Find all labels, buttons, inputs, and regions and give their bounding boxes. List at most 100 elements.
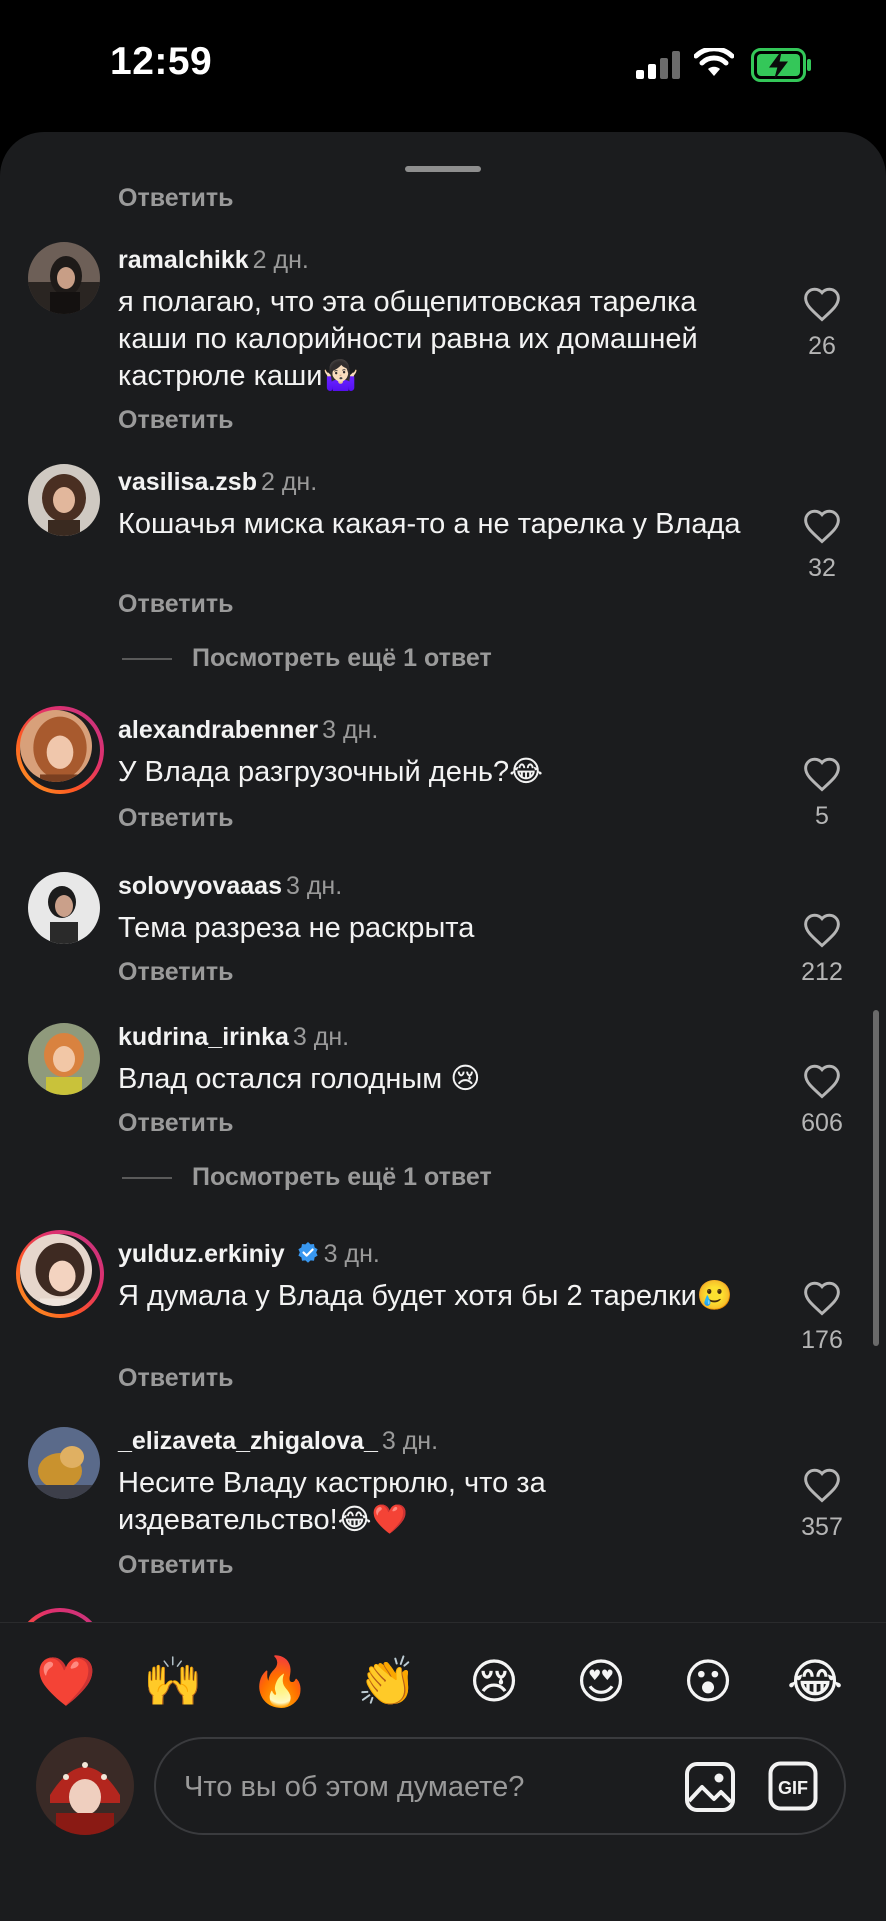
comment-age: 3 дн. <box>381 1427 439 1455</box>
username[interactable]: alexandrabenner <box>118 716 318 744</box>
avatar-image <box>36 1737 134 1835</box>
comment-age: 3 дн. <box>286 872 343 900</box>
avatar[interactable] <box>28 1427 100 1499</box>
like-count: 357 <box>801 1513 843 1541</box>
reaction-surprised[interactable]: 😮 <box>676 1651 740 1715</box>
avatar[interactable] <box>28 464 100 536</box>
scrollbar[interactable] <box>873 1010 879 1346</box>
reaction-raised-hands[interactable]: 🙌 <box>141 1651 205 1715</box>
username[interactable]: ramalchikk <box>118 246 249 274</box>
comment-text: Несите Владу кастрюлю, что за издеватель… <box>118 1467 546 1536</box>
reaction-heart[interactable]: ❤️ <box>34 1651 98 1715</box>
heart-icon <box>804 287 840 322</box>
quick-reactions: ❤️ 🙌 🔥 👏 😢 😍 😮 😂 <box>0 1651 886 1715</box>
divider-line <box>122 658 172 661</box>
like-button[interactable]: 32 <box>798 508 846 583</box>
wifi-icon <box>694 48 734 76</box>
avatar-image <box>28 872 100 944</box>
reply-button[interactable]: Ответить <box>118 406 234 435</box>
username[interactable]: yulduz.erkiniy <box>118 1240 285 1268</box>
comment-input[interactable] <box>182 1761 646 1813</box>
comment-text: я полагаю, что эта общепитовская тарелка… <box>118 286 698 392</box>
like-count: 32 <box>808 554 836 582</box>
view-more-replies-label: Посмотреть ещё 1 ответ <box>192 644 492 672</box>
view-more-replies[interactable]: Посмотреть ещё 1 ответ <box>122 644 492 673</box>
like-button[interactable]: 606 <box>798 1063 846 1138</box>
reply-button[interactable]: Ответить <box>118 1364 234 1393</box>
avatar-image <box>20 710 92 782</box>
reaction-heart-eyes[interactable]: 😍 <box>569 1651 633 1715</box>
sheet-grabber[interactable] <box>405 166 481 172</box>
current-user-avatar[interactable] <box>36 1737 134 1835</box>
avatar-image <box>20 1234 92 1306</box>
heart-icon <box>804 913 840 948</box>
reply-button[interactable]: Ответить <box>118 804 234 833</box>
reply-button[interactable]: Ответить <box>118 184 234 213</box>
battery-charging-icon <box>751 48 811 82</box>
story-ring[interactable] <box>16 1230 104 1318</box>
reply-button[interactable]: Ответить <box>118 958 234 987</box>
avatar-image <box>28 464 100 536</box>
heart-icon <box>804 1468 840 1503</box>
reply-button[interactable]: Ответить <box>118 590 234 619</box>
reply-button[interactable]: Ответить <box>118 1551 234 1580</box>
status-bar: 12:59 <box>0 0 886 130</box>
comment-text: Тема разреза не раскрыта <box>118 912 475 944</box>
comment-text: Влад остался голодным 😢 <box>118 1063 481 1095</box>
divider-line <box>122 1177 172 1180</box>
status-time: 12:59 <box>110 40 213 83</box>
comment-age: 3 дн. <box>322 716 379 744</box>
comment-age: 2 дн. <box>252 246 309 274</box>
like-count: 26 <box>808 332 836 360</box>
comment-age: 3 дн. <box>323 1240 380 1268</box>
comment-meta: vasilisa.zsb 2 дн. <box>118 468 317 497</box>
verified-badge-icon <box>298 1242 318 1263</box>
view-more-replies-label: Посмотреть ещё 1 ответ <box>192 1163 492 1191</box>
gif-icon[interactable]: GIF <box>768 1761 818 1811</box>
avatar[interactable] <box>28 1023 100 1095</box>
username[interactable]: solovyovaaas <box>118 872 282 900</box>
avatar-image <box>28 1427 100 1499</box>
like-count: 5 <box>815 802 829 830</box>
comment-text: У Влада разгрузочный день?😂 <box>118 756 543 788</box>
like-button[interactable]: 357 <box>798 1467 846 1542</box>
comment-text: Кошачья миска какая-то а не тарелка у Вл… <box>118 508 741 540</box>
avatar-image <box>28 242 100 314</box>
comment-meta: kudrina_irinka 3 дн. <box>118 1023 349 1052</box>
reaction-laughing[interactable]: 😂 <box>783 1651 847 1715</box>
like-button[interactable]: 176 <box>798 1280 846 1355</box>
avatar[interactable] <box>28 242 100 314</box>
comment-meta: ramalchikk 2 дн. <box>118 246 309 275</box>
reaction-clap[interactable]: 👏 <box>355 1651 419 1715</box>
comment-age: 3 дн. <box>292 1023 350 1051</box>
comment-input-container: GIF <box>154 1737 846 1835</box>
signal-icon <box>636 51 680 79</box>
like-button[interactable]: 212 <box>798 912 846 987</box>
avatar-image <box>28 1023 100 1095</box>
like-button[interactable]: 26 <box>798 286 846 361</box>
comment-meta: yulduz.erkiniy 3 дн. <box>118 1240 380 1269</box>
image-icon[interactable] <box>684 1761 736 1813</box>
reply-button[interactable]: Ответить <box>118 1109 234 1138</box>
heart-icon <box>804 1281 840 1316</box>
comment-meta: _elizaveta_zhigalova_ 3 дн. <box>118 1427 438 1456</box>
like-count: 176 <box>801 1326 843 1354</box>
like-button[interactable]: 5 <box>798 756 846 831</box>
avatar[interactable] <box>28 872 100 944</box>
view-more-replies[interactable]: Посмотреть ещё 1 ответ <box>122 1163 492 1192</box>
username[interactable]: _elizaveta_zhigalova_ <box>118 1427 378 1455</box>
comment-age: 2 дн. <box>260 468 318 496</box>
username[interactable]: kudrina_irinka <box>118 1023 289 1051</box>
avatar <box>20 710 92 782</box>
heart-icon <box>804 757 840 792</box>
username[interactable]: vasilisa.zsb <box>118 468 257 496</box>
like-count: 212 <box>801 958 843 986</box>
like-count: 606 <box>801 1109 843 1137</box>
story-ring[interactable] <box>16 706 104 794</box>
comment-text: Я думала у Влада будет хотя бы 2 тарелки… <box>118 1280 733 1312</box>
comment-meta: alexandrabenner 3 дн. <box>118 716 378 745</box>
reaction-fire[interactable]: 🔥 <box>248 1651 312 1715</box>
gif-label: GIF <box>778 1778 808 1798</box>
heart-icon <box>804 509 840 544</box>
reaction-crying[interactable]: 😢 <box>462 1651 526 1715</box>
